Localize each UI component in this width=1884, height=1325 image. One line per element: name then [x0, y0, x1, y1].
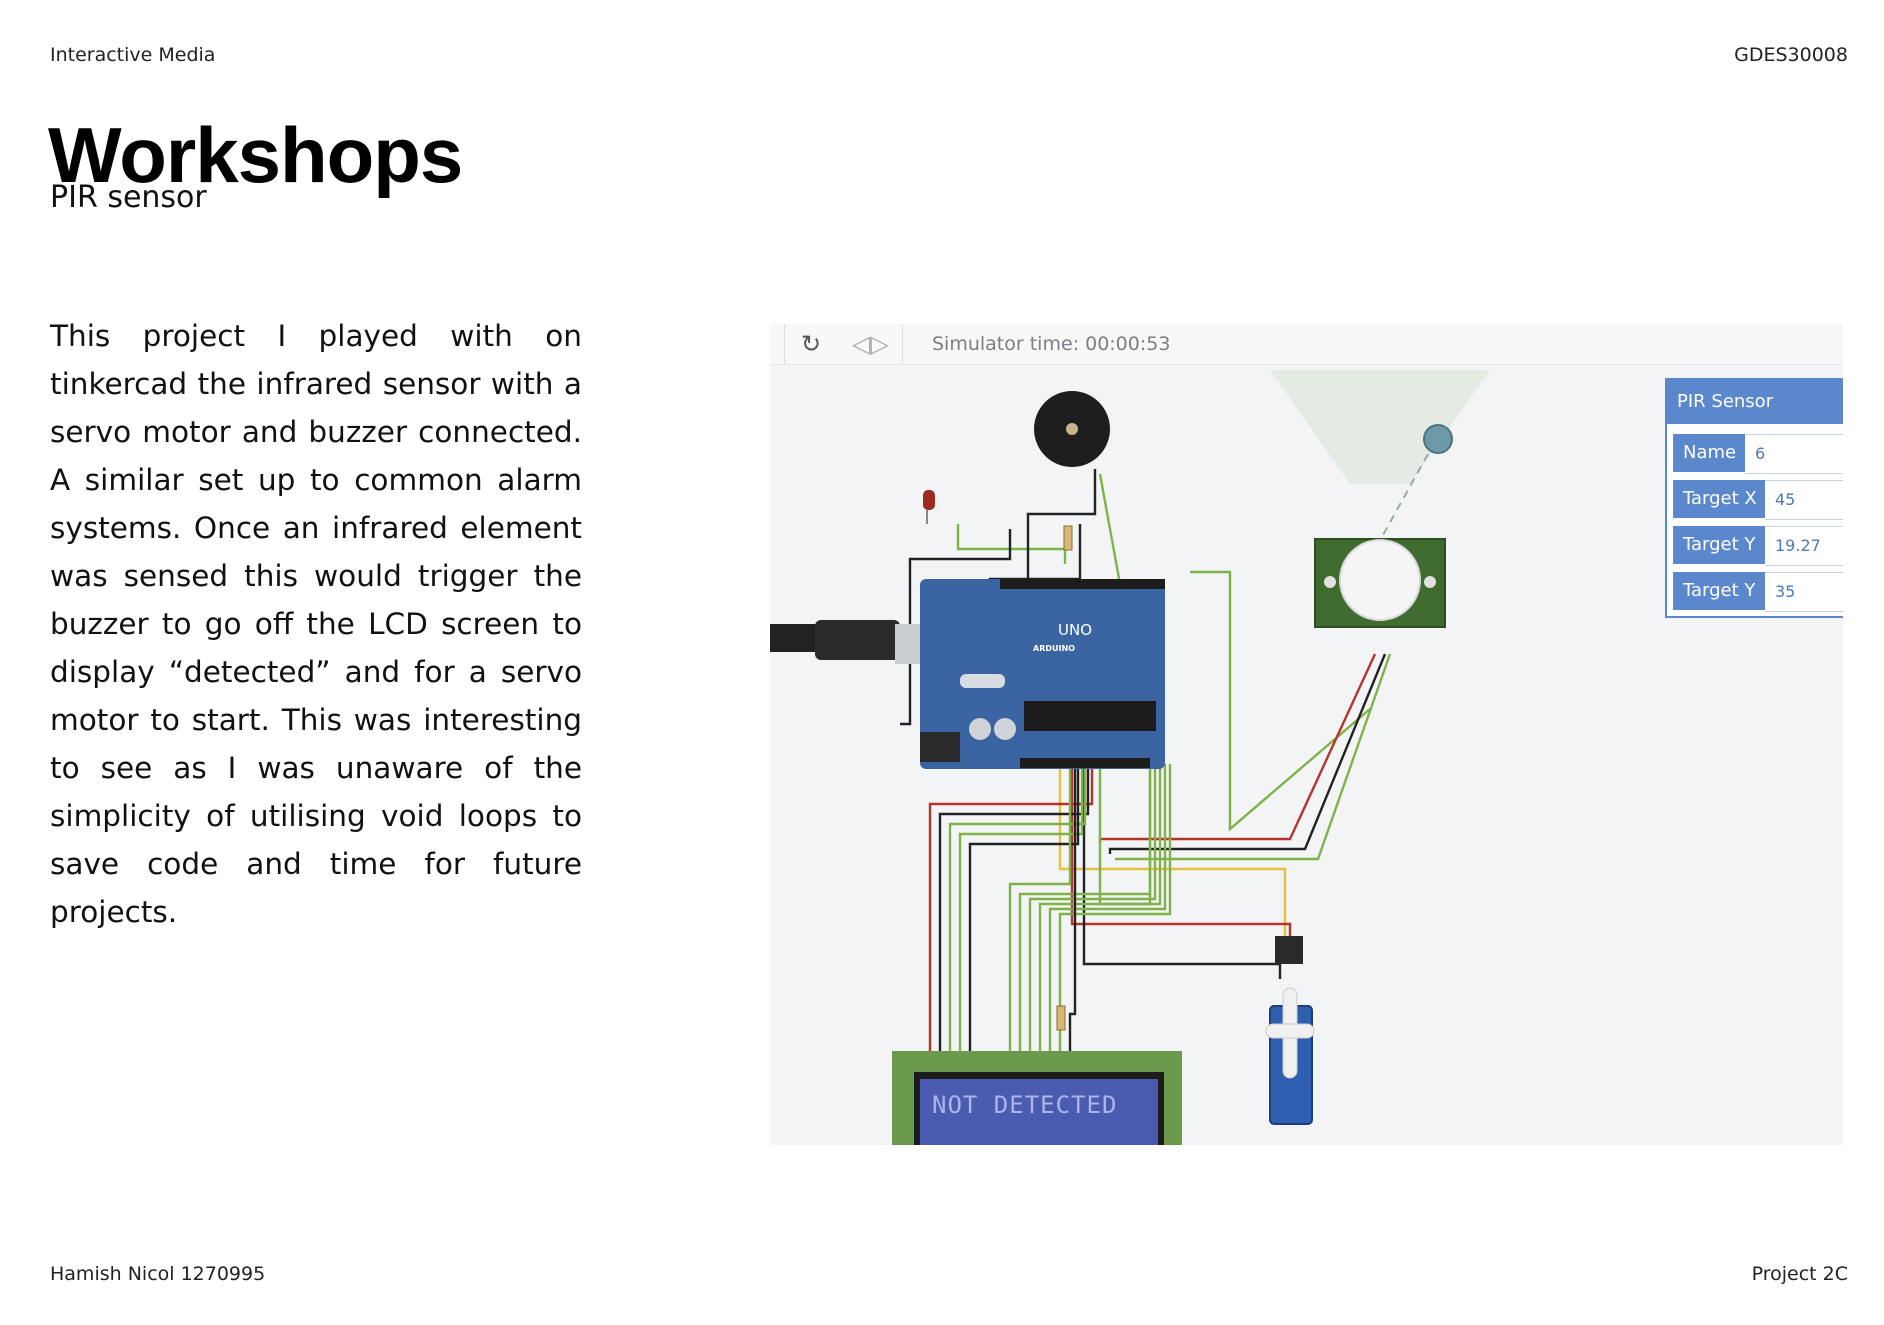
pir-row-name[interactable]: Name 6: [1673, 434, 1843, 474]
power-jack: [920, 732, 960, 762]
capacitor: [969, 718, 991, 740]
capacitor: [994, 718, 1016, 740]
pir-properties-panel[interactable]: PIR Sensor Name 6 Target X 45 Target Y 1…: [1665, 378, 1843, 618]
body-paragraph: This project I played with on tinkercad …: [50, 319, 582, 929]
pir-target-marker[interactable]: [1423, 424, 1453, 454]
board-model-label: UNO: [1058, 621, 1092, 639]
buzzer-center: [1066, 423, 1078, 435]
pir-row-value[interactable]: 45: [1765, 480, 1843, 520]
servo-connector: [1275, 936, 1303, 964]
resistor[interactable]: [1056, 1005, 1066, 1031]
pir-row-target-y[interactable]: Target Y 19.27: [1673, 526, 1843, 566]
pir-row-label: Target Y: [1673, 526, 1766, 564]
analog-header: [1020, 758, 1150, 768]
tinkercad-simulator-screenshot: ↻ ◁▷ Simulator time: 00:00:53 UNO ARDUIN…: [770, 324, 1843, 1145]
pir-dome: [1339, 539, 1421, 621]
usb-cable: [770, 624, 820, 652]
usb-plug[interactable]: [815, 620, 900, 660]
course-code: GDES30008: [1734, 44, 1848, 66]
pir-screw: [1424, 576, 1436, 588]
pir-screw: [1324, 576, 1336, 588]
microcontroller-chip: [1024, 701, 1156, 731]
pir-detection-cone: [1270, 370, 1490, 484]
pir-row-target-y-2[interactable]: Target Y 35: [1673, 572, 1843, 612]
pir-row-value[interactable]: 35: [1765, 572, 1843, 612]
pir-row-label: Name: [1673, 434, 1747, 472]
servo-horn: [1265, 1023, 1315, 1039]
page-subtitle: PIR sensor: [50, 180, 207, 215]
pir-panel-title: PIR Sensor: [1667, 380, 1843, 424]
led[interactable]: [923, 490, 935, 510]
pir-row-target-x[interactable]: Target X 45: [1673, 480, 1843, 520]
pir-row-label: Target Y: [1673, 572, 1766, 610]
project-footer: Project 2C: [1751, 1263, 1848, 1285]
digital-header: [1000, 579, 1165, 589]
pir-row-value[interactable]: 19.27: [1765, 526, 1843, 566]
lcd-display-text: NOT DETECTED: [932, 1091, 1118, 1119]
course-name: Interactive Media: [50, 44, 216, 66]
pir-row-value[interactable]: 6: [1745, 434, 1843, 474]
crystal: [960, 674, 1005, 688]
resistor[interactable]: [1063, 525, 1073, 551]
board-brand-label: ARDUINO: [1033, 644, 1075, 653]
author-footer: Hamish Nicol 1270995: [50, 1263, 266, 1285]
pir-row-label: Target X: [1673, 480, 1767, 518]
